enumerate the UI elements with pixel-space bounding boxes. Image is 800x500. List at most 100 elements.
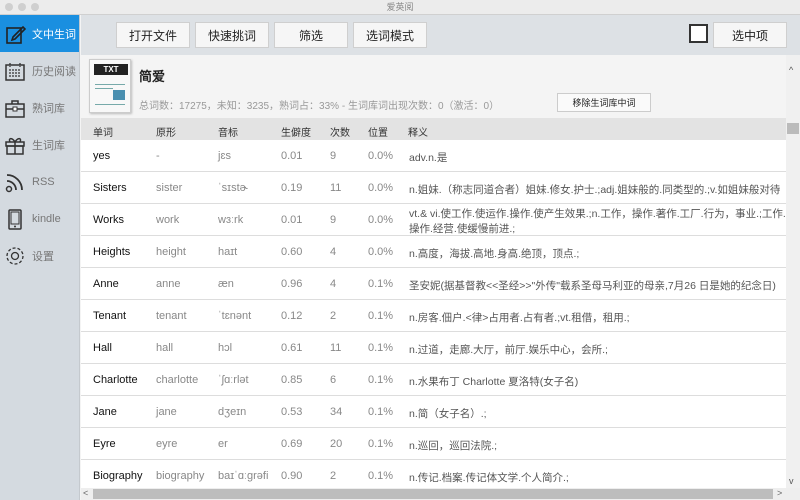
table-row[interactable]: Eyre eyre er 0.69 20 0.1% n.巡回，巡回法院.; xyxy=(81,428,786,460)
rarity-cell: 0.61 xyxy=(281,342,303,354)
base-form-cell: height xyxy=(156,246,186,258)
count-cell: 34 xyxy=(330,406,343,418)
selected-items-button[interactable]: 选中项 xyxy=(713,22,787,48)
rarity-cell: 0.60 xyxy=(281,246,303,258)
column-header[interactable]: 次数 xyxy=(330,124,350,139)
base-form-cell: hall xyxy=(156,342,174,354)
column-header[interactable]: 生僻度 xyxy=(281,124,311,139)
window-title: 爱英阅 xyxy=(386,2,414,12)
scroll-up-icon[interactable]: ^ xyxy=(789,65,793,75)
sidebar-item-0[interactable]: 文中生词 xyxy=(0,15,79,52)
table-row[interactable]: Sisters sister ˈsɪstɚ 0.19 11 0.0% n.姐妹.（称志同道合… xyxy=(81,172,786,204)
book-title: 简爱 xyxy=(139,69,166,84)
column-header[interactable]: 音标 xyxy=(218,124,238,139)
word-cell: Works xyxy=(93,214,124,226)
column-header[interactable]: 释义 xyxy=(408,124,428,139)
rarity-cell: 0.12 xyxy=(281,310,303,322)
select-mode-button[interactable]: 选词模式 xyxy=(353,22,427,48)
word-cell: Biography xyxy=(93,470,143,482)
scroll-down-icon[interactable]: v xyxy=(789,476,794,486)
filter-button[interactable]: 筛选 xyxy=(274,22,348,48)
rarity-cell: 0.01 xyxy=(281,214,303,226)
base-form-cell: sister xyxy=(156,182,183,194)
horizontal-scrollbar[interactable]: < > xyxy=(81,488,800,500)
count-cell: 2 xyxy=(330,310,337,322)
quick-pick-button[interactable]: 快速挑词 xyxy=(195,22,269,48)
phonetic-cell: jɛs xyxy=(218,150,231,162)
count-cell: 2 xyxy=(330,470,337,482)
book-info: TXT 简爱 总词数：17275，未知：3235，熟词占：33% - 生词库词出… xyxy=(81,55,786,118)
base-form-cell: anne xyxy=(156,278,181,290)
sidebar-item-label: RSS xyxy=(32,175,55,188)
rarity-cell: 0.96 xyxy=(281,278,303,290)
remove-vocab-button[interactable]: 移除生词库中词 xyxy=(557,93,651,112)
scroll-left-icon[interactable]: < xyxy=(83,488,88,498)
phonetic-cell: ˈʃɑːrlət xyxy=(218,374,249,386)
vertical-scrollbar[interactable]: ^ v xyxy=(786,55,800,488)
close-button[interactable] xyxy=(5,3,13,11)
sidebar-item-label: 文中生词 xyxy=(32,28,76,41)
sidebar-item-5[interactable]: kindle xyxy=(0,200,79,237)
word-cell: Tenant xyxy=(93,310,127,322)
sidebar-item-4[interactable]: RSS xyxy=(0,163,79,200)
table-row[interactable]: Heights height haɪt 0.60 4 0.0% n.高度，海拔.高地.身高.… xyxy=(81,236,786,268)
base-form-cell: eyre xyxy=(156,438,178,450)
base-form-cell: tenant xyxy=(156,310,187,322)
window-controls[interactable] xyxy=(5,3,39,11)
minimize-button[interactable] xyxy=(18,3,26,11)
count-cell: 6 xyxy=(330,374,337,386)
count-cell: 9 xyxy=(330,214,337,226)
toolbar: 打开文件 快速挑词 筛选 选词模式 选中项 xyxy=(81,15,800,55)
table-row[interactable]: yes - jɛs 0.01 9 0.0% adv.n.是 xyxy=(81,140,786,172)
position-cell: 0.0% xyxy=(368,182,394,194)
count-cell: 9 xyxy=(330,150,337,162)
position-cell: 0.1% xyxy=(368,374,394,386)
table-row[interactable]: Charlotte charlotte ˈʃɑːrlət 0.85 6 0.1% n.水果布… xyxy=(81,364,786,396)
table-row[interactable]: Works work wɜːrk 0.01 9 0.0% vt.& vi.使工作.使运作.操… xyxy=(81,204,786,236)
sidebar-item-1[interactable]: 历史阅读 xyxy=(0,52,79,89)
word-cell: Charlotte xyxy=(93,374,138,386)
phonetic-cell: baɪˈɑːgrəfi xyxy=(218,470,269,482)
count-cell: 11 xyxy=(330,342,342,354)
zoom-button[interactable] xyxy=(31,3,39,11)
definition-cell: n.房客.佃户.<律>占用者.占有者.;vt.租借，租用.; xyxy=(409,312,630,324)
sidebar-item-label: 历史阅读 xyxy=(32,65,76,78)
rarity-cell: 0.19 xyxy=(281,182,303,194)
phonetic-cell: wɜːrk xyxy=(218,214,244,226)
word-cell: Hall xyxy=(93,342,112,354)
definition-cell: n.水果布丁 Charlotte 夏洛特(女子名) xyxy=(409,376,579,388)
position-cell: 0.1% xyxy=(368,470,394,482)
count-cell: 11 xyxy=(330,182,342,194)
definition-cell: 圣安妮(据基督教<<圣经>>"外传"载系圣母马利亚的母亲,7月26 日是她的纪念… xyxy=(409,280,776,292)
base-form-cell: jane xyxy=(156,406,177,418)
rarity-cell: 0.85 xyxy=(281,374,303,386)
sidebar-item-3[interactable]: 生词库 xyxy=(0,126,79,163)
word-table: yes - jɛs 0.01 9 0.0% adv.n.是 Sisters sister ˈsɪs… xyxy=(81,140,786,488)
column-header[interactable]: 单词 xyxy=(93,124,113,139)
position-cell: 0.1% xyxy=(368,406,394,418)
open-file-button[interactable]: 打开文件 xyxy=(116,22,190,48)
word-cell: yes xyxy=(93,150,111,162)
word-cell: Jane xyxy=(93,406,117,418)
rss-icon xyxy=(5,173,23,192)
sidebar-item-6[interactable]: 设置 xyxy=(0,237,79,274)
h-scroll-thumb[interactable] xyxy=(93,489,773,499)
table-row[interactable]: Anne anne æn 0.96 4 0.1% 圣安妮(据基督教<<圣经>>"外传"载系… xyxy=(81,268,786,300)
phonetic-cell: æn xyxy=(218,278,234,290)
column-header[interactable]: 位置 xyxy=(368,124,388,139)
table-row[interactable]: Tenant tenant ˈtɛnənt 0.12 2 0.1% n.房客.佃户.<律>占… xyxy=(81,300,786,332)
table-row[interactable]: Hall hall hɔl 0.61 11 0.1% n.过道，走廊.大厅，前厅.娱乐中心，… xyxy=(81,332,786,364)
table-row[interactable]: Jane jane dʒeɪn 0.53 34 0.1% n.简（女子名）.; xyxy=(81,396,786,428)
sidebar-item-2[interactable]: 熟词库 xyxy=(0,89,79,126)
phonetic-cell: hɔl xyxy=(218,342,233,354)
scroll-right-icon[interactable]: > xyxy=(777,488,782,498)
scroll-thumb[interactable] xyxy=(787,123,799,134)
position-cell: 0.0% xyxy=(368,150,394,162)
table-row[interactable]: Biography biography baɪˈɑːgrəfi 0.90 2 0.1% n.… xyxy=(81,460,786,488)
select-all-checkbox[interactable] xyxy=(689,24,708,43)
rarity-cell: 0.90 xyxy=(281,470,303,482)
base-form-cell: - xyxy=(156,150,160,162)
base-form-cell: work xyxy=(156,214,180,226)
column-header[interactable]: 原形 xyxy=(156,124,176,139)
word-cell: Eyre xyxy=(93,438,116,450)
